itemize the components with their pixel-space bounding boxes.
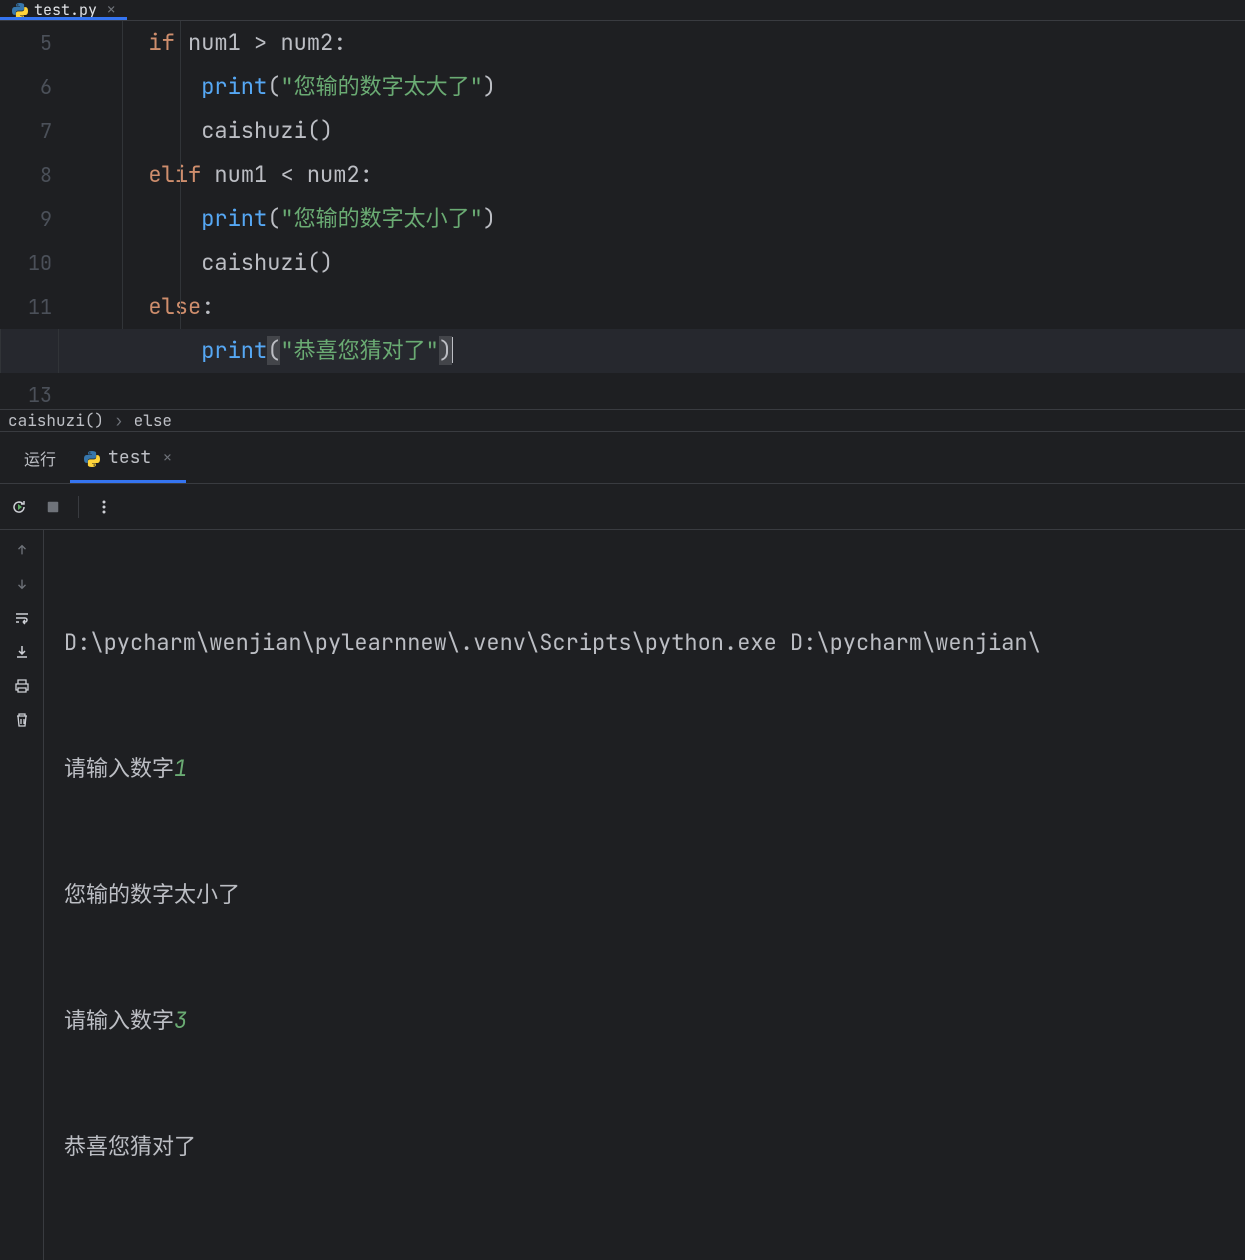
line-number: 8 (0, 153, 52, 197)
code-line: else: (122, 285, 1245, 329)
stop-icon[interactable] (44, 498, 62, 516)
chevron-right-icon: › (114, 410, 124, 431)
soft-wrap-icon[interactable] (12, 608, 32, 628)
trash-icon[interactable] (12, 710, 32, 730)
breadcrumb-item[interactable]: else (134, 410, 172, 431)
code-line: elif num1 < num2: (122, 153, 1245, 197)
line-number: 11 (0, 285, 52, 329)
code-editor[interactable]: 5 6 7 8 9 10 11 12 13 if num1 > num2: pr… (0, 21, 1245, 409)
code-line (122, 373, 1245, 409)
console-line: 恭喜您猜对了 (64, 1126, 1225, 1168)
close-icon[interactable]: ✕ (107, 1, 115, 19)
rerun-icon[interactable] (10, 498, 28, 516)
line-number: 6 (0, 65, 52, 109)
line-number: 9 (0, 197, 52, 241)
run-tool-window: 运行 test ✕ D:\pycharm\wen (0, 432, 1245, 1260)
arrow-down-icon[interactable] (12, 574, 32, 594)
code-content[interactable]: if num1 > num2: print("您输的数字太大了") caishu… (70, 21, 1245, 409)
code-line: if num1 > num2: (122, 21, 1245, 65)
python-file-icon (12, 2, 28, 18)
code-line: caishuzi() (122, 241, 1245, 285)
code-line: print("恭喜您猜对了") (0, 329, 1245, 373)
tab-filename: test.py (34, 0, 97, 20)
console-line: D:\pycharm\wenjian\pylearnnew\.venv\Scri… (64, 622, 1225, 664)
line-number: 7 (0, 109, 52, 153)
breadcrumb: caishuzi() › else (0, 409, 1245, 432)
run-tab-bar: 运行 test ✕ (0, 432, 1245, 484)
code-line: print("您输的数字太大了") (122, 65, 1245, 109)
code-line: print("您输的数字太小了") (122, 197, 1245, 241)
print-icon[interactable] (12, 676, 32, 696)
line-number: 10 (0, 241, 52, 285)
console-output[interactable]: D:\pycharm\wenjian\pylearnnew\.venv\Scri… (44, 530, 1245, 1260)
run-panel-label: 运行 (10, 446, 70, 470)
python-file-icon (84, 450, 100, 466)
run-tab-name: test (108, 446, 151, 469)
run-toolbar (0, 484, 1245, 530)
console-wrap: D:\pycharm\wenjian\pylearnnew\.venv\Scri… (0, 530, 1245, 1260)
run-config-tab[interactable]: test ✕ (70, 432, 186, 483)
scroll-to-end-icon[interactable] (12, 642, 32, 662)
console-line: 您输的数字太小了 (64, 874, 1225, 916)
line-number: 13 (0, 373, 52, 409)
code-line: caishuzi() (122, 109, 1245, 153)
editor-tab-bar: test.py ✕ (0, 0, 1245, 21)
breadcrumb-item[interactable]: caishuzi() (8, 410, 104, 431)
separator (78, 496, 79, 518)
console-line: 请输入数字3 (64, 1000, 1225, 1042)
close-icon[interactable]: ✕ (163, 449, 171, 467)
console-sidebar (0, 530, 44, 1260)
arrow-up-icon[interactable] (12, 540, 32, 560)
editor-tab[interactable]: test.py ✕ (0, 0, 127, 20)
text-cursor (452, 337, 453, 363)
console-line: 请输入数字1 (64, 748, 1225, 790)
line-number: 5 (0, 21, 52, 65)
more-icon[interactable] (95, 498, 113, 516)
